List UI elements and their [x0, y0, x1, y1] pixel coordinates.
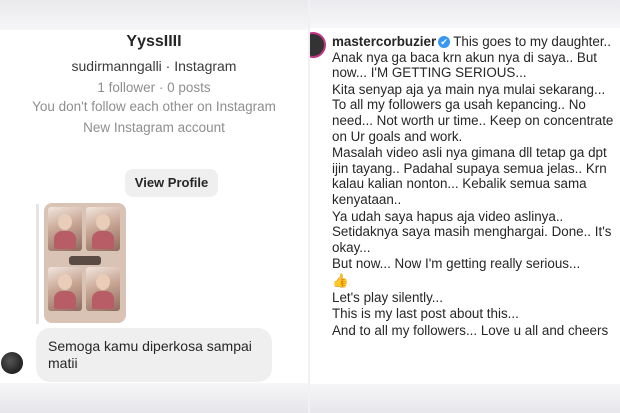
- story-reply-line: [36, 204, 39, 324]
- bottom-blur-band: [310, 384, 620, 413]
- caption-paragraph: Ya udah saya hapus aja video aslinya.. S…: [332, 208, 612, 255]
- follow-status: You don't follow each other on Instagram: [32, 99, 276, 114]
- poster-username[interactable]: mastercorbuzier: [332, 34, 436, 49]
- top-blur-band: [0, 0, 308, 30]
- dm-conversation-panel: YyssIIII sudirmanngalli · Instagram 1 fo…: [0, 0, 308, 413]
- profile-name: YyssIIII: [126, 33, 182, 50]
- post-caption: mastercorbuzier ✔ This goes to my daughter…: [332, 34, 616, 339]
- story-thumbnail[interactable]: [44, 203, 126, 323]
- caption-paragraph: Kita senyap aja ya main nya mulai sekara…: [332, 81, 614, 144]
- story-photo: [86, 207, 120, 251]
- caption-paragraph: Masalah video asli nya gimana dll tetap …: [332, 145, 607, 207]
- message-bubble[interactable]: Semoga kamu diperkosa sampai matii: [36, 328, 272, 382]
- story-photo: [48, 207, 82, 251]
- profile-handle: sudirmanngalli · Instagram: [71, 58, 237, 74]
- caption-paragraph: mastercorbuzier ✔ This goes to my daughter…: [332, 34, 616, 81]
- caption-paragraph: But now... Now I'm getting really seriou…: [332, 256, 581, 272]
- verified-badge-icon: ✔: [438, 36, 451, 49]
- story-sticker: [69, 256, 101, 265]
- poster-avatar[interactable]: [310, 32, 326, 58]
- story-photo: [86, 267, 120, 311]
- caption-paragraph: This is my last post about this...: [332, 306, 519, 322]
- account-note: New Instagram account: [83, 120, 225, 135]
- story-photo: [48, 267, 82, 311]
- profile-stats: 1 follower · 0 posts: [97, 80, 211, 95]
- thumbs-up-icon: 👍: [332, 272, 349, 288]
- caption-paragraph: Let's play silently...: [332, 289, 443, 305]
- caption-paragraph: And to all my followers... Love u all an…: [332, 322, 609, 338]
- post-caption-panel: mastercorbuzier ✔ This goes to my daughter…: [310, 0, 620, 413]
- bottom-blur-band: [0, 383, 308, 413]
- top-blur-band: [310, 0, 620, 28]
- sender-avatar[interactable]: [1, 352, 23, 374]
- view-profile-button[interactable]: View Profile: [125, 169, 218, 197]
- message-text: Semoga kamu diperkosa sampai matii: [48, 338, 252, 371]
